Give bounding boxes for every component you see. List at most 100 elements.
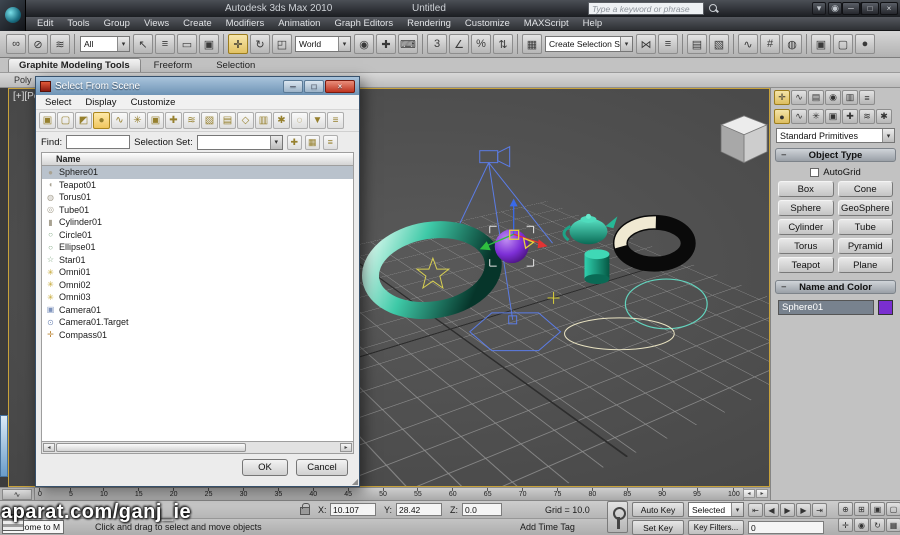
rectangular-selection-region-icon[interactable]: ▭ <box>177 34 197 54</box>
mirror-icon[interactable]: ⋈ <box>636 34 656 54</box>
named-selection-set-dropdown[interactable]: Create Selection Se ▾ <box>545 36 633 52</box>
zoom-icon[interactable]: ⊕ <box>838 502 853 516</box>
display-none-icon[interactable]: ▢ <box>57 112 74 129</box>
side-scrollbar[interactable] <box>0 415 8 477</box>
select-by-name-icon[interactable]: ≡ <box>155 34 175 54</box>
select-and-rotate-icon[interactable]: ↻ <box>250 34 270 54</box>
display-space-warps-icon[interactable]: ≋ <box>183 112 200 129</box>
object-name-field[interactable] <box>778 300 874 315</box>
display-bones-icon[interactable]: ◇ <box>237 112 254 129</box>
select-and-link-icon[interactable]: ∞ <box>6 34 26 54</box>
3ds-max-logo-icon[interactable] <box>0 0 26 31</box>
collapse-icon[interactable]: − <box>781 282 787 293</box>
timeline-tick[interactable]: 65 <box>484 488 492 500</box>
ok-button[interactable]: OK <box>242 459 288 476</box>
menu-item-maxscript[interactable]: MAXScript <box>517 18 576 29</box>
helpers-category-icon[interactable]: ✚ <box>842 109 858 124</box>
timeline-tick[interactable]: 45 <box>344 488 352 500</box>
display-all-icon[interactable]: ▣ <box>39 112 56 129</box>
list-item[interactable]: ◖ Teapot01 <box>42 179 353 192</box>
space-warps-category-icon[interactable]: ≋ <box>859 109 875 124</box>
select-children-icon[interactable]: ✚ <box>287 135 302 150</box>
chevron-down-icon[interactable]: ▾ <box>620 37 632 51</box>
key-filters-button[interactable]: Key Filters... <box>688 520 744 535</box>
list-item[interactable]: ● Sphere01 <box>42 166 353 179</box>
menu-item-customize[interactable]: Customize <box>458 18 517 29</box>
pan-track-left-button[interactable]: ◂ <box>743 489 755 498</box>
systems-category-icon[interactable]: ✱ <box>876 109 892 124</box>
scrollbar-thumb[interactable] <box>56 443 246 452</box>
create-tab-icon[interactable]: ✛ <box>774 90 790 105</box>
menu-item-tools[interactable]: Tools <box>60 18 96 29</box>
material-editor-icon[interactable]: ◍ <box>782 34 802 54</box>
lights-category-icon[interactable]: ✳ <box>808 109 824 124</box>
render-production-icon[interactable]: ● <box>855 34 875 54</box>
list-item[interactable]: ⊙ Camera01.Target <box>42 316 353 329</box>
teapot-object[interactable] <box>564 214 617 244</box>
object-button-pyramid[interactable]: Pyramid <box>838 238 894 254</box>
y-coordinate-field[interactable] <box>396 503 442 516</box>
x-coordinate-field[interactable] <box>330 503 376 516</box>
ellipse-shape[interactable] <box>565 318 675 350</box>
render-setup-icon[interactable]: ▣ <box>811 34 831 54</box>
go-to-end-button[interactable]: ⇥ <box>812 503 827 517</box>
rendered-frame-window-icon[interactable]: ▢ <box>833 34 853 54</box>
torus-object[interactable] <box>365 221 500 319</box>
object-button-cylinder[interactable]: Cylinder <box>778 219 834 235</box>
schematic-view-icon[interactable]: # <box>760 34 780 54</box>
select-influences-icon[interactable]: ▦ <box>305 135 320 150</box>
maximize-viewport-icon[interactable]: ▦ <box>886 518 900 532</box>
timeline-tick[interactable]: 20 <box>170 488 178 500</box>
timeline[interactable]: ∿ 0 5 10 15 20 25 30 35 40 45 50 55 60 65 70 75 80 85 90 95… <box>0 487 770 500</box>
menu-item-create[interactable]: Create <box>176 18 219 29</box>
select-dependents-icon[interactable]: ≡ <box>323 135 338 150</box>
display-containers-icon[interactable]: ▥ <box>255 112 272 129</box>
curve-editor-icon[interactable]: ∿ <box>738 34 758 54</box>
percent-snap-icon[interactable]: % <box>471 34 491 54</box>
scroll-left-icon[interactable]: ◂ <box>43 443 55 452</box>
display-shapes-icon[interactable]: ∿ <box>111 112 128 129</box>
menu-item-views[interactable]: Views <box>137 18 176 29</box>
timeline-tick[interactable]: 0 <box>38 488 42 500</box>
set-key-button[interactable]: Set Key <box>632 520 684 535</box>
display-hidden-icon[interactable]: ◌ <box>291 112 308 129</box>
reference-coordinate-system-dropdown[interactable]: World ▾ <box>295 36 351 52</box>
key-selection-dropdown[interactable]: Selected ▾ <box>688 502 744 517</box>
zoom-region-icon[interactable]: ▢ <box>886 502 900 516</box>
dialog-title-bar[interactable]: Select From Scene ─ □ × <box>36 77 359 95</box>
orbit-icon[interactable]: ◉ <box>854 518 869 532</box>
list-item[interactable]: ✛ Compass01 <box>42 329 353 342</box>
timeline-tick[interactable]: 35 <box>274 488 282 500</box>
search-icon[interactable] <box>708 3 719 14</box>
list-item[interactable]: ✳ Omni01 <box>42 266 353 279</box>
view-cube[interactable] <box>721 116 767 163</box>
select-and-scale-icon[interactable]: ◰ <box>272 34 292 54</box>
object-button-tube[interactable]: Tube <box>838 219 894 235</box>
display-cameras-icon[interactable]: ▣ <box>147 112 164 129</box>
timeline-tick[interactable]: 80 <box>588 488 596 500</box>
motion-tab-icon[interactable]: ◉ <box>825 90 841 105</box>
menu-item-edit[interactable]: Edit <box>30 18 60 29</box>
dialog-menu-select[interactable]: Select <box>38 97 78 108</box>
geometry-category-icon[interactable]: ● <box>774 109 790 124</box>
go-to-start-button[interactable]: ⇤ <box>748 503 763 517</box>
display-geometry-icon[interactable]: ● <box>93 112 110 129</box>
maximize-button[interactable]: □ <box>861 2 879 15</box>
shapes-category-icon[interactable]: ∿ <box>791 109 807 124</box>
chevron-down-icon[interactable]: ▾ <box>117 37 129 51</box>
tab-freeform[interactable]: Freeform <box>143 58 204 72</box>
timeline-tick[interactable]: 100 <box>728 488 740 500</box>
timeline-tick[interactable]: 60 <box>449 488 457 500</box>
chevron-down-icon[interactable]: ▾ <box>882 129 894 142</box>
primitive-category-dropdown[interactable]: Standard Primitives ▾ <box>776 128 895 143</box>
cancel-button[interactable]: Cancel <box>296 459 348 476</box>
object-color-swatch[interactable] <box>878 300 893 315</box>
dialog-minimize-button[interactable]: ─ <box>283 80 303 93</box>
display-groups-icon[interactable]: ▧ <box>201 112 218 129</box>
object-button-box[interactable]: Box <box>778 181 834 197</box>
snaps-toggle-icon[interactable]: 3 <box>427 34 447 54</box>
play-button[interactable]: ▶ <box>780 503 795 517</box>
object-button-teapot[interactable]: Teapot <box>778 257 834 273</box>
resize-grip[interactable]: ◢ <box>352 477 358 486</box>
list-item[interactable]: ○ Circle01 <box>42 229 353 242</box>
